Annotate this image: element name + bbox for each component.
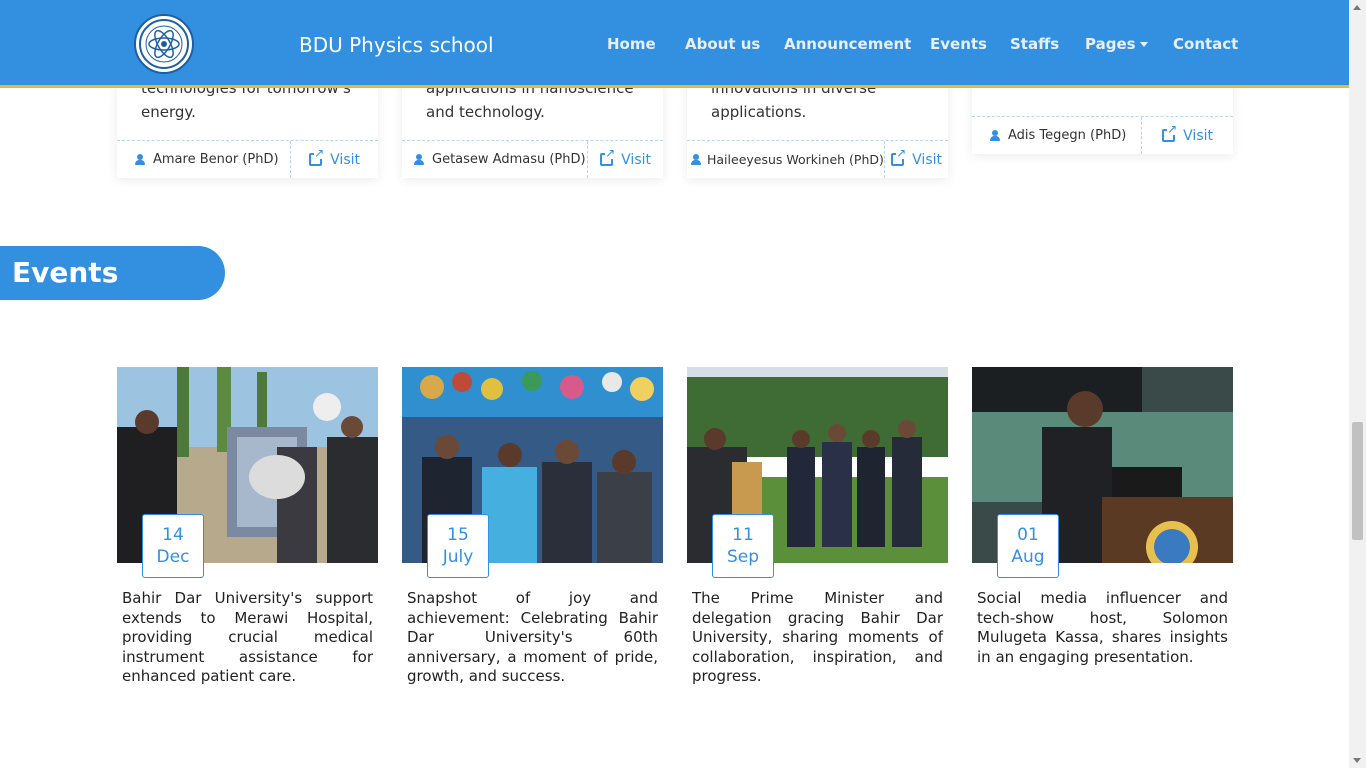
top-navbar: BDU Physics school Home About us Announc… [0,0,1349,88]
visit-link[interactable]: Visit [1142,117,1233,154]
staff-author: Haileeyesus Workineh (PhD) [687,141,886,178]
staff-author-name: Amare Benor (PhD) [153,152,279,167]
visit-label: Visit [1183,127,1213,144]
staff-card-footer: Adis Tegegn (PhD) Visit [972,116,1233,154]
staff-card-footer: Amare Benor (PhD) Visit [117,140,378,178]
main-nav: Home About us Announcement Events Staffs… [0,35,1349,55]
visit-link[interactable]: Visit [885,141,948,178]
event-date-badge: 01 Aug [997,514,1059,578]
user-icon [990,130,1000,141]
nav-staffs[interactable]: Staffs [1010,35,1059,53]
staff-card-footer: Haileeyesus Workineh (PhD) Visit [687,140,948,178]
nav-announcement[interactable]: Announcement [784,35,911,53]
events-section-banner: Events [0,246,225,300]
nav-pages-label: Pages [1085,35,1136,53]
event-description: Social media influencer and tech-show ho… [977,589,1228,666]
event-day: 11 [732,525,754,545]
staff-author-name: Haileeyesus Workineh (PhD) [707,152,884,167]
staff-author: Getasew Admasu (PhD) [402,141,589,178]
scroll-down-icon[interactable] [1353,758,1361,763]
staff-author-name: Getasew Admasu (PhD) [432,152,586,167]
visit-label: Visit [330,151,360,168]
visit-label: Visit [912,151,942,168]
scrollbar-thumb[interactable] [1352,422,1363,540]
user-icon [691,154,701,165]
event-description: Snapshot of joy and achievement: Celebra… [407,589,658,685]
event-month: Dec [156,547,190,567]
visit-label: Visit [621,151,651,168]
page-scrollbar[interactable] [1349,0,1366,768]
event-day: 15 [447,525,469,545]
user-icon [414,154,424,165]
nav-home[interactable]: Home [607,35,656,53]
nav-contact[interactable]: Contact [1173,35,1238,53]
event-month: Aug [1011,547,1045,567]
user-icon [135,154,145,165]
external-link-icon [1162,123,1178,142]
staff-author: Adis Tegegn (PhD) [972,117,1143,154]
event-day: 14 [162,525,184,545]
scroll-up-icon[interactable] [1353,5,1361,10]
event-description: Bahir Dar University's support extends t… [122,589,373,685]
nav-events[interactable]: Events [930,35,987,53]
nav-about-us[interactable]: About us [685,35,760,53]
event-month: July [442,547,474,567]
event-description: The Prime Minister and delegation gracin… [692,589,943,685]
caret-down-icon [1139,42,1148,47]
external-link-icon [600,147,616,166]
external-link-icon [309,147,325,166]
event-day: 01 [1017,525,1039,545]
event-month: Sep [726,547,760,567]
staff-author: Amare Benor (PhD) [117,141,292,178]
visit-link[interactable]: Visit [291,141,378,178]
external-link-icon [891,147,907,166]
visit-link[interactable]: Visit [588,141,663,178]
event-date-badge: 14 Dec [142,514,204,578]
staff-author-name: Adis Tegegn (PhD) [1008,128,1127,143]
nav-pages-dropdown[interactable]: Pages [1085,35,1148,53]
event-date-badge: 15 July [427,514,489,578]
staff-card-footer: Getasew Admasu (PhD) Visit [402,140,663,178]
events-section-title: Events [12,256,119,289]
event-date-badge: 11 Sep [712,514,774,578]
